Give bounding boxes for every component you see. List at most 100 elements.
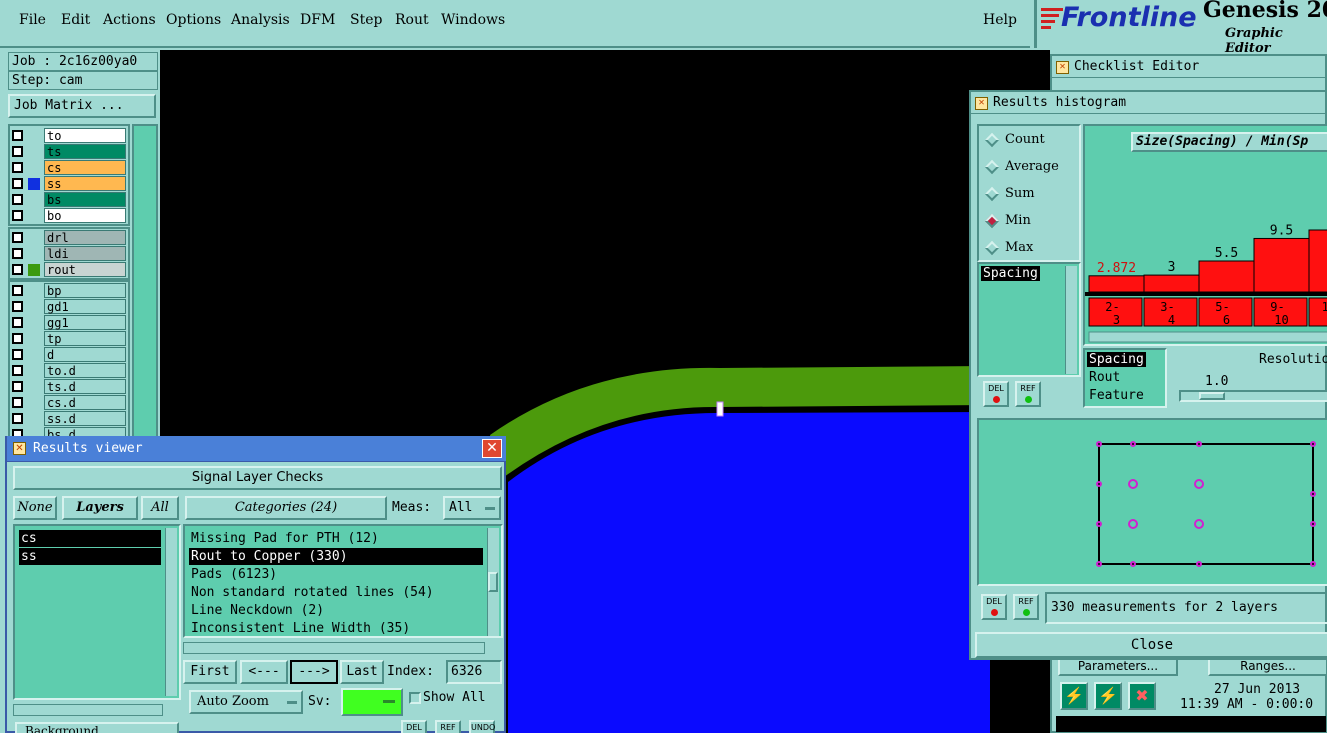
check-item[interactable]: Line Neckdown (2) [189, 602, 483, 619]
layer-checkbox[interactable] [12, 162, 23, 173]
auto-zoom-dropdown[interactable]: Auto Zoom [189, 690, 303, 714]
all-button[interactable]: All [141, 496, 179, 520]
menu-edit[interactable]: Edit [61, 12, 90, 28]
checks-scrollbar[interactable] [487, 528, 499, 636]
layer-row-ts[interactable]: ts [10, 144, 128, 160]
type-rout[interactable]: Rout [1089, 370, 1120, 385]
layer-name[interactable]: cs.d [44, 395, 126, 410]
check-item[interactable]: Rout to Copper (330) [189, 548, 483, 565]
histogram-bar[interactable] [1143, 274, 1200, 293]
histogram-titlebar[interactable]: ✕ Results histogram [971, 92, 1325, 114]
layer-name[interactable]: ts [44, 144, 126, 159]
list-item-spacing[interactable]: Spacing [981, 266, 1040, 281]
window-menu-icon[interactable]: ✕ [1056, 61, 1069, 74]
checklist-editor-titlebar[interactable]: ✕ Checklist Editor [1052, 56, 1325, 78]
none-button[interactable]: None [13, 496, 57, 520]
layer-name[interactable]: bo [44, 208, 126, 223]
layer-row-ldi[interactable]: ldi [10, 246, 128, 262]
stop-icon[interactable]: ✖ [1128, 682, 1156, 710]
list-scrollbar[interactable] [165, 528, 177, 696]
menu-analysis[interactable]: Analysis [231, 12, 290, 28]
layer-row-ss[interactable]: ss [10, 176, 128, 192]
last-button[interactable]: Last [340, 660, 384, 684]
radio-min[interactable]: Min [984, 213, 1031, 228]
layer-checkbox[interactable] [12, 333, 23, 344]
window-menu-icon[interactable]: ✕ [13, 442, 26, 455]
layer-checkbox[interactable] [12, 264, 23, 275]
check-item[interactable]: Non standard rotated lines (54) [189, 584, 483, 601]
layer-name[interactable]: bp [44, 283, 126, 298]
menu-windows[interactable]: Windows [441, 12, 505, 28]
meas-dropdown[interactable]: All [443, 496, 501, 520]
menu-dfm[interactable]: DFM [300, 12, 335, 28]
run-icon[interactable]: ⚡ [1060, 682, 1088, 710]
layer-row-to[interactable]: to [10, 128, 128, 144]
resolution-slider[interactable] [1179, 390, 1327, 402]
layer-checkbox[interactable] [12, 381, 23, 392]
index-input[interactable]: 6326 [446, 660, 502, 684]
layer-checkbox[interactable] [12, 194, 23, 205]
close-button[interactable]: Close [975, 632, 1327, 658]
menu-rout[interactable]: Rout [395, 12, 429, 28]
layer-checkbox[interactable] [12, 349, 23, 360]
type-spacing[interactable]: Spacing [1087, 352, 1146, 367]
layer-row-gd1[interactable]: gd1 [10, 299, 128, 315]
layer-row-cs[interactable]: cs [10, 160, 128, 176]
histogram-bar[interactable] [1198, 260, 1255, 293]
radio-count[interactable]: Count [984, 132, 1045, 147]
radio-max[interactable]: Max [984, 240, 1033, 255]
window-menu-icon[interactable]: ✕ [975, 97, 988, 110]
show-all-checkbox[interactable] [409, 692, 421, 704]
histogram-bar[interactable] [1308, 229, 1327, 293]
layer-row-bs[interactable]: bs [10, 192, 128, 208]
check-item[interactable]: Inconsistent Line Width (35) [189, 620, 483, 637]
layer-name[interactable]: gd1 [44, 299, 126, 314]
close-window-icon[interactable]: ✕ [482, 439, 502, 458]
menu-help[interactable]: Help [983, 12, 1017, 28]
layer-checkbox[interactable] [12, 397, 23, 408]
undo-button[interactable]: UNDO [469, 720, 495, 733]
run-selected-icon[interactable]: ⚡ [1094, 682, 1122, 710]
categories-button[interactable]: Categories (24) [185, 496, 387, 520]
next-button[interactable]: ---> [290, 660, 338, 684]
radio-sum[interactable]: Sum [984, 186, 1035, 201]
layer-row-bp[interactable]: bp [10, 283, 128, 299]
results-viewer-titlebar[interactable]: ✕ Results viewer ✕ [7, 436, 506, 462]
layer-name[interactable]: ts.d [44, 379, 126, 394]
layer-row-rout[interactable]: rout [10, 262, 128, 278]
list-item[interactable]: ss [19, 548, 161, 565]
checks-scrollbar-thumb[interactable] [488, 572, 498, 592]
prev-button[interactable]: <--- [240, 660, 288, 684]
ref-button[interactable]: REF [435, 720, 461, 733]
histogram-scrollbar[interactable] [1088, 331, 1327, 343]
layer-name[interactable]: d [44, 347, 126, 362]
layer-checkbox[interactable] [12, 413, 23, 424]
histogram-item-list[interactable]: Spacing [977, 262, 1081, 377]
measurement-marker[interactable] [716, 401, 724, 417]
del-button[interactable]: DEL [401, 720, 427, 733]
layer-row-to-d[interactable]: to.d [10, 363, 128, 379]
layer-name[interactable]: ss [44, 176, 126, 191]
layer-scrollbar[interactable] [132, 124, 158, 484]
menu-actions[interactable]: Actions [103, 12, 156, 28]
layer-checkbox[interactable] [12, 285, 23, 296]
layer-checkbox[interactable] [12, 146, 23, 157]
layer-name[interactable]: gg1 [44, 315, 126, 330]
layer-checkbox[interactable] [12, 248, 23, 259]
background-dropdown[interactable]: Background [15, 722, 179, 733]
layer-row-drl[interactable]: drl [10, 230, 128, 246]
ref-button[interactable]: REF [1015, 381, 1041, 407]
layer-row-ts-d[interactable]: ts.d [10, 379, 128, 395]
layer-checkbox[interactable] [12, 365, 23, 376]
type-feature[interactable]: Feature [1089, 388, 1144, 403]
type-list[interactable]: Spacing Rout Feature [1083, 348, 1167, 408]
menu-file[interactable]: File [19, 12, 46, 28]
layer-name[interactable]: ldi [44, 246, 126, 261]
job-matrix-button[interactable]: Job Matrix ... [8, 94, 156, 118]
check-item[interactable]: Pads (6123) [189, 566, 483, 583]
layer-row-d[interactable]: d [10, 347, 128, 363]
layer-row-gg1[interactable]: gg1 [10, 315, 128, 331]
list-item[interactable]: cs [19, 530, 161, 547]
layer-name[interactable]: ss.d [44, 411, 126, 426]
layer-checkbox[interactable] [12, 301, 23, 312]
